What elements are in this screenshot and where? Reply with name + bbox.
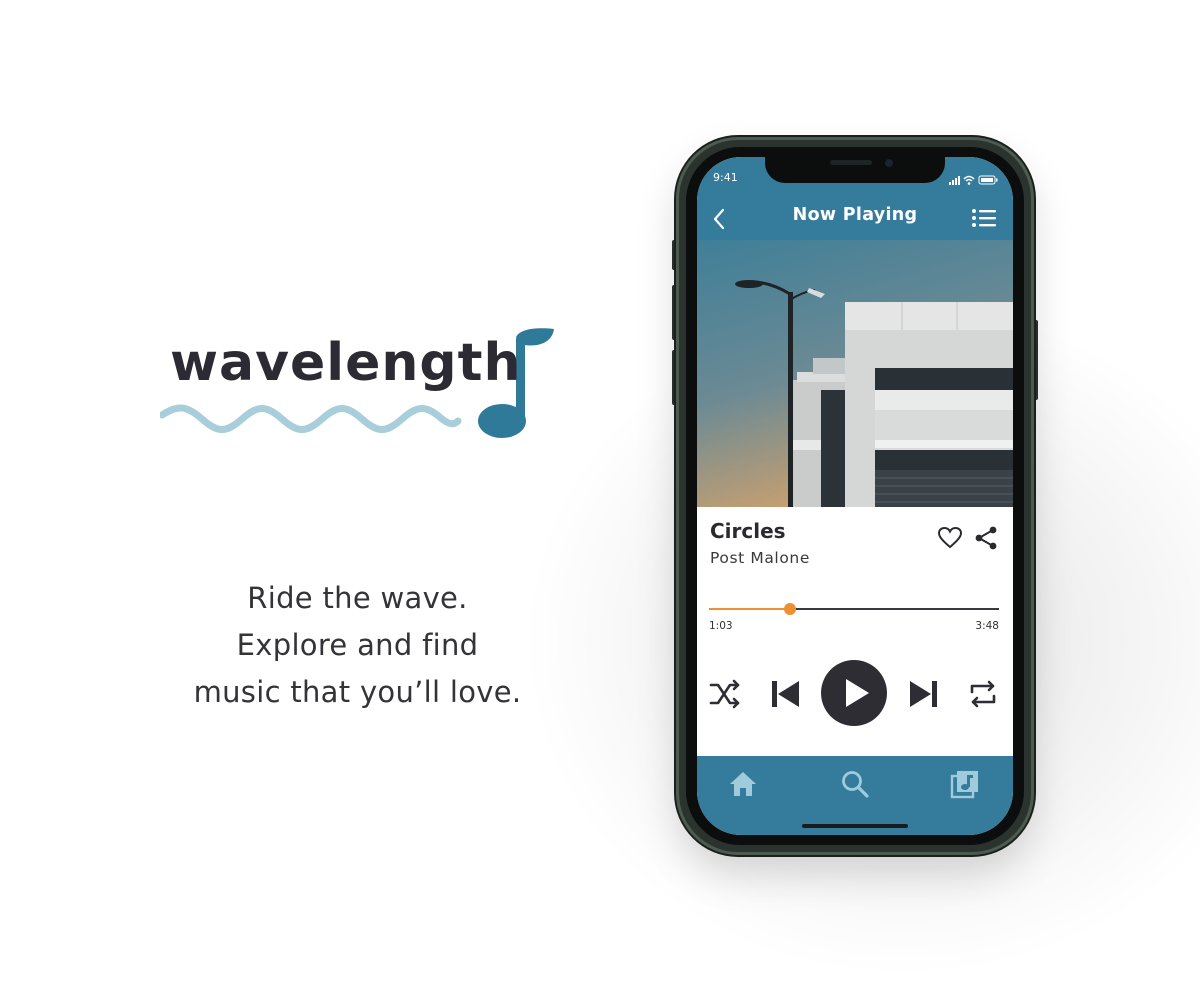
note-head xyxy=(478,404,526,438)
shuffle-icon xyxy=(709,679,740,709)
speaker-grille xyxy=(830,160,872,165)
shuffle-button[interactable] xyxy=(709,679,743,713)
battery-icon xyxy=(978,175,998,185)
library-icon xyxy=(950,771,978,799)
search-icon xyxy=(842,771,869,798)
repeat-button[interactable] xyxy=(966,679,1000,713)
tagline-line-1: Ride the wave. xyxy=(247,581,468,615)
phone-notch xyxy=(765,157,945,183)
queue-button[interactable] xyxy=(971,207,997,229)
home-indicator xyxy=(802,824,908,828)
tagline-line-3: music that you’ll love. xyxy=(193,675,522,709)
tagline: Ride the wave. Explore and find music th… xyxy=(150,575,565,716)
progress-fill xyxy=(709,608,791,610)
favorite-button[interactable] xyxy=(937,526,963,550)
elapsed-time: 1:03 xyxy=(709,620,733,632)
play-icon xyxy=(846,679,869,707)
front-camera xyxy=(885,159,893,167)
status-icons xyxy=(949,171,999,190)
phone-screen: 9:41 Now Playing Circles Post Malone 1:0… xyxy=(697,157,1013,835)
brand-logo: wavelength xyxy=(160,325,560,445)
home-icon xyxy=(730,772,756,796)
list-icon xyxy=(972,209,996,227)
page-title: Now Playing xyxy=(792,205,918,225)
phone-power-button xyxy=(1034,320,1038,400)
album-artwork xyxy=(697,240,1013,507)
share-button[interactable] xyxy=(973,525,999,551)
share-icon xyxy=(975,526,997,550)
repeat-icon xyxy=(970,680,996,708)
status-time: 9:41 xyxy=(713,171,738,184)
brand-name: wavelength xyxy=(170,333,522,393)
progress-slider[interactable] xyxy=(709,602,999,616)
wave-line xyxy=(160,404,462,433)
tab-home[interactable] xyxy=(727,768,759,800)
previous-button[interactable] xyxy=(769,678,801,714)
tagline-line-2: Explore and find xyxy=(236,628,479,662)
play-button[interactable] xyxy=(821,660,887,726)
track-title: Circles xyxy=(710,519,786,543)
phone-frame: 9:41 Now Playing Circles Post Malone 1:0… xyxy=(676,137,1034,855)
previous-icon xyxy=(772,681,799,707)
progress-knob[interactable] xyxy=(784,603,797,615)
wifi-icon xyxy=(963,175,975,182)
next-button[interactable] xyxy=(908,678,940,714)
signal-icon xyxy=(949,176,960,185)
heart-icon xyxy=(937,526,963,549)
next-icon xyxy=(910,681,937,707)
tab-bar xyxy=(697,756,1013,835)
tab-library[interactable] xyxy=(949,768,981,800)
total-time: 3:48 xyxy=(975,620,999,632)
track-artist: Post Malone xyxy=(710,549,810,567)
tab-search[interactable] xyxy=(839,768,871,800)
